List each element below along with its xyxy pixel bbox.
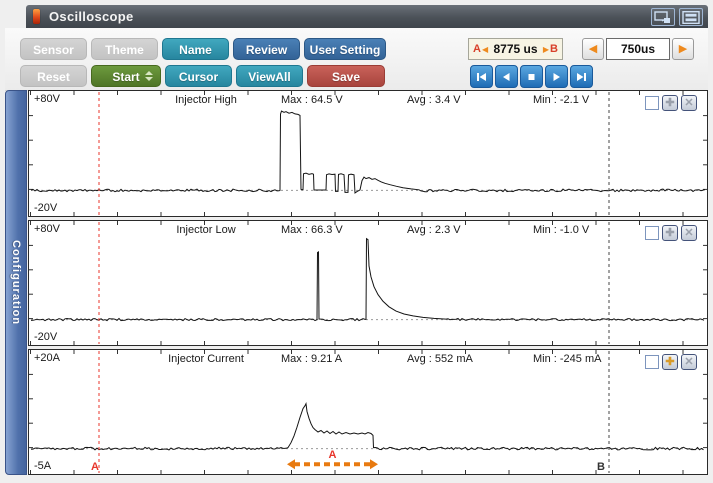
channel-title: Injector High (141, 94, 271, 106)
waveform-trace (31, 239, 704, 321)
stat-min: Min : -2.1 V (533, 94, 589, 106)
toolbar-button-user-setting[interactable]: User Setting (304, 38, 386, 60)
button-label: Reset (37, 70, 70, 84)
panel-controls: ✚ ✕ (645, 354, 697, 370)
zoom-plus-button[interactable]: ✚ (662, 354, 678, 370)
button-label: Sensor (33, 43, 74, 57)
panel-controls: ✚ ✕ (645, 95, 697, 111)
sidebar-label: Configuration (10, 240, 22, 325)
button-label: ViewAll (248, 70, 290, 84)
playback-controls (470, 65, 593, 88)
toolbar-button-cursor[interactable]: Cursor (165, 65, 232, 87)
toolbar-button-theme[interactable]: Theme (91, 38, 158, 60)
timebase-value[interactable]: 750us (606, 38, 670, 60)
toolbar-button-name[interactable]: Name (162, 38, 229, 60)
arrow-right-head-icon (370, 459, 378, 469)
toolbar: Sensor Theme Name Review User Setting Reset S… (5, 28, 708, 91)
step-forward-button[interactable] (545, 65, 568, 88)
scope-panel: +80V -20V Injector Low Max : 66.3 V Avg … (28, 220, 708, 346)
toolbar-button-sensor[interactable]: Sensor (20, 38, 87, 60)
waveform-trace (31, 404, 704, 450)
close-channel-button[interactable]: ✕ (681, 95, 697, 111)
scope-panel: A A B +20A -5A Injector Current Max : 9.21… (28, 349, 708, 475)
skip-to-end-button[interactable] (570, 65, 593, 88)
window-title: Oscilloscope (49, 9, 134, 24)
cursor-a-label: A (473, 43, 481, 55)
ab-cursor-readout: A ◀ 8775 us ▶ B (468, 38, 563, 60)
button-label: Cursor (179, 70, 218, 84)
y-max-label: +20A (34, 352, 60, 364)
stat-min: Min : -1.0 V (533, 224, 589, 236)
ab-delta-value: 8775 us (489, 42, 542, 56)
channel-title: Injector Low (141, 224, 271, 236)
zoom-plus-button[interactable]: ✚ (662, 95, 678, 111)
cursor-marker-label: B (597, 461, 605, 473)
toolbar-button-review[interactable]: Review (233, 38, 300, 60)
step-forward-icon[interactable]: ▶ (672, 38, 694, 60)
button-label: User Setting (310, 43, 381, 57)
skip-to-start-button[interactable] (470, 65, 493, 88)
triangle-right-icon: ▶ (543, 45, 549, 54)
button-label: Theme (105, 43, 144, 57)
toolbar-row-1: Sensor Theme Name Review User Setting (20, 38, 386, 60)
sidebar-tab-configuration[interactable]: Configuration (5, 90, 27, 475)
triangle-left-icon: ◀ (482, 45, 488, 54)
y-min-label: -5A (34, 460, 51, 472)
close-channel-button[interactable]: ✕ (681, 225, 697, 241)
stat-max: Max : 64.5 V (281, 94, 343, 106)
stat-avg: Avg : 3.4 V (407, 94, 461, 106)
y-max-label: +80V (34, 93, 60, 105)
toolbar-button-viewall[interactable]: ViewAll (236, 65, 303, 87)
button-label: Review (246, 43, 287, 57)
close-channel-button[interactable]: ✕ (681, 354, 697, 370)
stop-button[interactable] (520, 65, 543, 88)
button-label: Name (179, 43, 212, 57)
scope-panel: +80V -20V Injector High Max : 64.5 V Avg… (28, 90, 708, 217)
y-max-label: +80V (34, 223, 60, 235)
spinner-icon[interactable] (145, 71, 153, 81)
cursor-marker-label: A (91, 461, 99, 473)
stat-avg: Avg : 2.3 V (407, 224, 461, 236)
capture-icon[interactable] (651, 8, 675, 26)
window-frame (0, 477, 713, 483)
tile-windows-icon[interactable] (679, 8, 703, 26)
channel-checkbox[interactable] (645, 226, 659, 240)
toolbar-row-2: Reset Start Cursor ViewAll Save (20, 65, 385, 87)
stat-max: Max : 66.3 V (281, 224, 343, 236)
arrow-left-head-icon (287, 459, 295, 469)
button-label: Start (112, 70, 139, 84)
waveform-plot (29, 221, 707, 345)
span-arrow-label: A (329, 449, 337, 461)
channel-title: Injector Current (141, 353, 271, 365)
cursor-b-label: B (550, 43, 558, 55)
step-back-icon[interactable]: ◀ (582, 38, 604, 60)
toolbar-button-start[interactable]: Start (91, 65, 161, 87)
panel-controls: ✚ ✕ (645, 225, 697, 241)
toolbar-button-save[interactable]: Save (307, 65, 385, 87)
waveform-plot: A A B (29, 350, 707, 474)
title-bar: Oscilloscope (26, 5, 708, 28)
app-gauge-icon (33, 9, 40, 24)
step-back-button[interactable] (495, 65, 518, 88)
waveform-plot (29, 91, 707, 216)
channel-checkbox[interactable] (645, 96, 659, 110)
channel-checkbox[interactable] (645, 355, 659, 369)
y-min-label: -20V (34, 331, 57, 343)
y-min-label: -20V (34, 202, 57, 214)
stat-avg: Avg : 552 mA (407, 353, 473, 365)
waveform-trace (31, 111, 705, 193)
stat-min: Min : -245 mA (533, 353, 601, 365)
oscilloscope-window: Oscilloscope Sensor Theme Name Review User S… (0, 0, 713, 483)
toolbar-button-reset[interactable]: Reset (20, 65, 87, 87)
stat-max: Max : 9.21 A (281, 353, 342, 365)
button-label: Save (332, 70, 360, 84)
zoom-plus-button[interactable]: ✚ (662, 225, 678, 241)
